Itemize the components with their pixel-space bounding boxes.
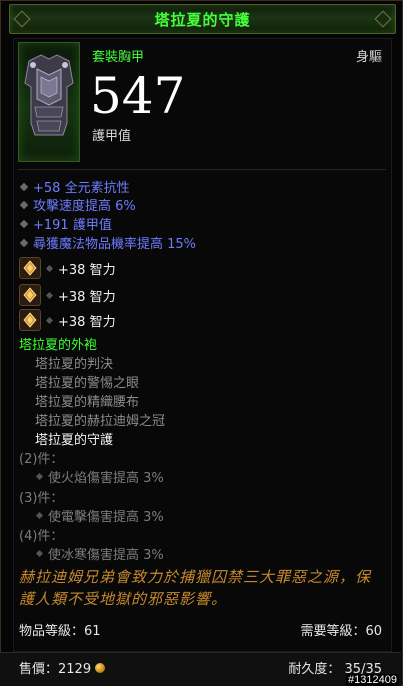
set-name: 塔拉夏的外袍 <box>19 338 98 353</box>
stat-text: +58 全元素抗性 <box>33 181 130 196</box>
set-piece: 塔拉夏的赫拉迪姆之冠 <box>35 414 166 429</box>
topaz-gem-icon <box>19 309 41 331</box>
divider <box>18 169 386 170</box>
set-bonus-effect: 使冰寒傷害提高 3% <box>35 544 164 563</box>
gold-coin-icon <box>95 662 106 673</box>
set-bonus-effect: 使火焰傷害提高 3% <box>35 467 164 486</box>
stat-line: 攻擊速度提高 6% <box>19 196 136 214</box>
socket-gem-row: +38 智力 <box>19 309 116 331</box>
set-bonus-text: 使冰寒傷害提高 3% <box>48 548 164 563</box>
bullet-icon <box>19 182 29 191</box>
stat-line: +58 全元素抗性 <box>19 178 130 196</box>
armor-value: 547 <box>90 67 186 125</box>
bullet-icon <box>45 316 54 324</box>
set-bonus-effect: 使電擊傷害提高 3% <box>35 506 164 525</box>
item-level: 物品等級：61 <box>19 624 101 639</box>
sell-price-text: 售價：2129 <box>19 662 92 677</box>
sell-price: 售價：2129 <box>19 658 106 677</box>
bullet-icon <box>19 200 29 209</box>
item-name: 塔拉夏的守護 <box>154 11 251 29</box>
set-bonus-text: 使火焰傷害提高 3% <box>48 471 164 486</box>
topaz-gem-icon <box>19 284 41 306</box>
stat-text: 尋獲魔法物品機率提高 15% <box>33 237 197 252</box>
title-bar: 塔拉夏的守護 <box>9 4 396 34</box>
set-bonus-header: (3)件： <box>19 491 64 506</box>
socket-bonus: +38 智力 <box>58 262 116 278</box>
set-piece: 塔拉夏的精織腰布 <box>35 395 140 410</box>
watermark: #1312409 <box>346 674 399 686</box>
item-type: 套裝胸甲 <box>92 50 145 65</box>
required-level: 需要等級：60 <box>300 624 382 639</box>
set-piece: 塔拉夏的判決 <box>35 357 114 372</box>
set-bonus-text: 使電擊傷害提高 3% <box>48 510 164 525</box>
bullet-icon <box>35 472 44 481</box>
armor-label: 護甲值 <box>92 129 132 144</box>
stat-text: 攻擊速度提高 6% <box>33 199 136 214</box>
socket-bonus: +38 智力 <box>58 314 116 330</box>
bullet-icon <box>45 291 54 299</box>
bullet-icon <box>19 238 29 247</box>
socket-gem-row: +38 智力 <box>19 284 116 306</box>
topaz-gem-icon <box>19 257 41 279</box>
socket-gem-row: +38 智力 <box>19 257 116 279</box>
set-piece-equipped: 塔拉夏的守護 <box>35 433 114 448</box>
set-bonus-header: (4)件： <box>19 529 64 544</box>
set-bonus-header: (2)件： <box>19 452 64 467</box>
chest-armor-icon <box>24 54 74 136</box>
flavor-text: 赫拉迪姆兄弟會致力於捕獵囚禁三大罪惡之源，保護人類不受地獄的邪惡影響。 <box>19 568 372 608</box>
item-icon-frame <box>18 42 80 162</box>
stat-line: 尋獲魔法物品機率提高 15% <box>19 234 197 252</box>
bullet-icon <box>35 549 44 558</box>
bullet-icon <box>35 511 44 520</box>
set-piece: 塔拉夏的警惕之眼 <box>35 376 140 391</box>
stat-line: +191 護甲值 <box>19 215 112 233</box>
item-slot: 身驅 <box>355 50 382 65</box>
bullet-icon <box>19 219 29 228</box>
bullet-icon <box>45 264 54 272</box>
stat-text: +191 護甲值 <box>33 218 112 233</box>
socket-bonus: +38 智力 <box>58 289 116 305</box>
